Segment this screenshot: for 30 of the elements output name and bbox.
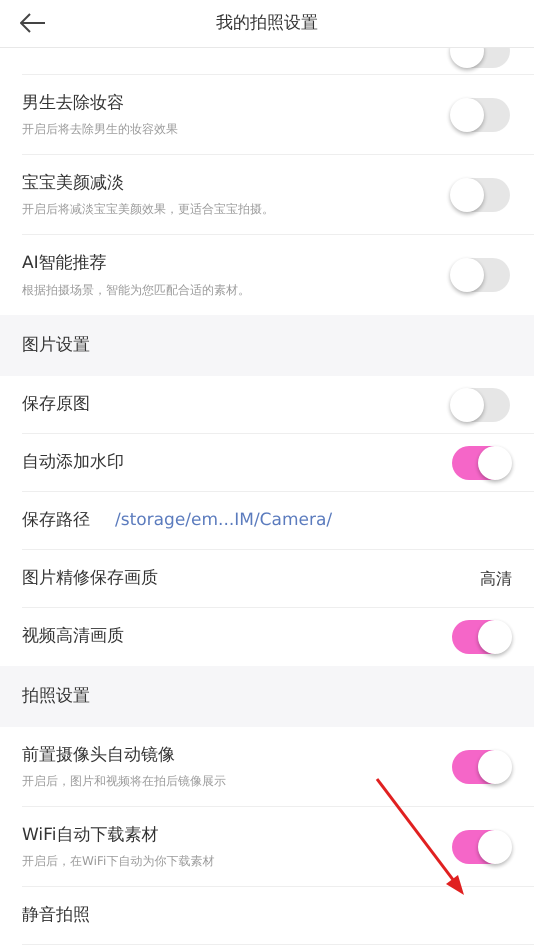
toggle-switch[interactable] xyxy=(452,258,510,292)
quality-value[interactable]: 高清 xyxy=(480,566,512,590)
section-title: 拍照设置 xyxy=(22,684,90,708)
setting-label: 保存原图 xyxy=(22,392,90,416)
toggle-switch[interactable] xyxy=(452,830,510,864)
storage-path[interactable]: /storage/em...IM/Camera/ xyxy=(115,508,332,534)
setting-description: 开启后，在WiFi下自动为你下载素材 xyxy=(22,853,214,870)
setting-description: 开启后，图片和视频将在拍后镜像展示 xyxy=(22,773,226,790)
setting-description: 开启后将减淡宝宝美颜效果，更适合宝宝拍摄。 xyxy=(22,201,274,218)
toggle-switch[interactable] xyxy=(452,388,510,422)
toggle-switch[interactable] xyxy=(452,750,510,784)
back-icon[interactable] xyxy=(20,13,46,33)
toggle-switch[interactable] xyxy=(452,620,510,654)
setting-description: 根据拍摄场景，智能为您匹配合适的素材。 xyxy=(22,282,250,299)
setting-label: AI智能推荐 xyxy=(22,252,108,276)
toggle-switch[interactable] xyxy=(452,446,510,480)
setting-label: 自动添加水印 xyxy=(22,450,124,474)
toggle-switch[interactable] xyxy=(452,98,510,132)
setting-description: 开启后将去除男生的妆容效果 xyxy=(22,121,178,138)
setting-label: 静音拍照 xyxy=(22,904,90,927)
setting-label: 前置摄像头自动镜像 xyxy=(22,744,176,767)
section-title: 图片设置 xyxy=(22,334,90,357)
setting-label: 男生去除妆容 xyxy=(22,92,125,115)
setting-label: WiFi自动下载素材 xyxy=(22,824,160,847)
toggle-switch[interactable] xyxy=(452,178,510,212)
page-title: 我的拍照设置 xyxy=(216,12,318,35)
setting-label: 视频高清画质 xyxy=(22,625,124,648)
setting-label: 宝宝美颜减淡 xyxy=(22,172,125,195)
setting-label: 保存路径 xyxy=(22,508,90,532)
setting-label: 图片精修保存画质 xyxy=(22,566,158,590)
